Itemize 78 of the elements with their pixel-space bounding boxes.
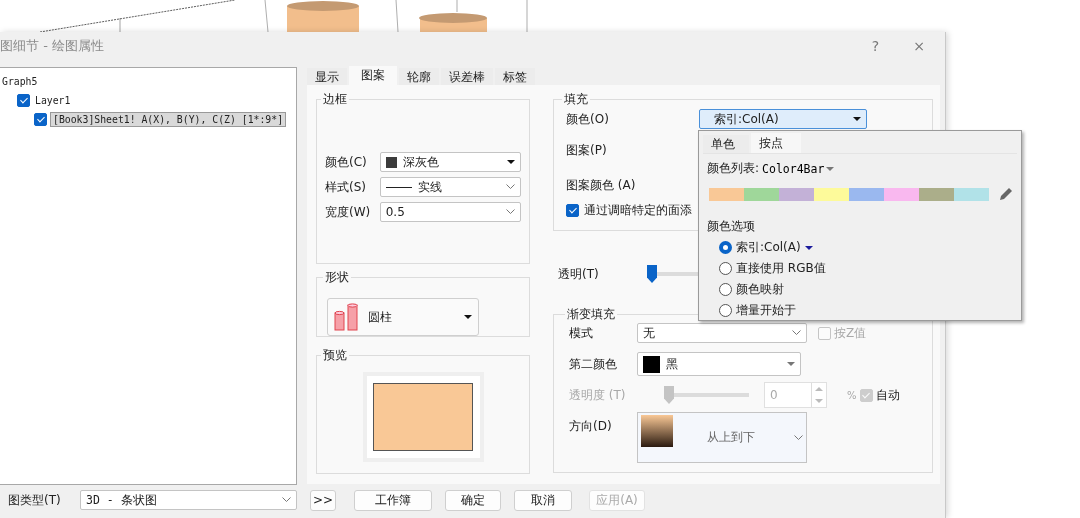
checkbox-label: 自动	[875, 386, 900, 404]
radio-label: 索引:Col(A)	[736, 239, 813, 256]
radio-button[interactable]	[719, 283, 732, 296]
radio-label: 直接使用 RGB值	[736, 260, 826, 277]
tab[interactable]: 图案	[349, 66, 397, 85]
chevron-icon	[792, 330, 801, 336]
color-swatch	[385, 156, 397, 168]
chevron-icon	[794, 434, 803, 441]
dropdown[interactable]: 黑	[637, 352, 801, 376]
field-label: 透明(T)	[558, 265, 600, 283]
caret-icon	[464, 315, 472, 319]
gradient-swatch	[641, 414, 673, 447]
dropdown[interactable]: 索引:Col(A)	[699, 109, 867, 129]
color-list-dropdown[interactable]: Color4Bar	[762, 161, 835, 176]
button[interactable]: 工作簿	[354, 489, 432, 511]
dropdown[interactable]: 实线	[379, 177, 521, 197]
radio-button[interactable]	[719, 262, 732, 275]
slider-thumb[interactable]	[647, 265, 657, 283]
dropdown[interactable]: 圆柱	[327, 298, 479, 336]
pencil-icon[interactable]	[998, 186, 1014, 202]
radio-button[interactable]	[719, 304, 732, 317]
tab[interactable]: 按点	[751, 133, 801, 153]
chevron-icon	[506, 184, 515, 190]
group-title: 边框	[322, 91, 348, 108]
radio-button[interactable]	[719, 241, 732, 254]
button[interactable]: >>	[310, 489, 336, 511]
tree-item[interactable]: [Book3]Sheet1! A(X), B(Y), C(Z) [1*:9*]	[50, 112, 287, 127]
help-button[interactable]: ?	[867, 38, 884, 54]
radio-label: 颜色映射	[736, 281, 784, 298]
field-label: 图类型(T)	[8, 491, 62, 509]
caret-icon	[826, 166, 835, 171]
tab[interactable]: 轮廓	[399, 68, 439, 85]
tab[interactable]: 显示	[307, 68, 347, 85]
chevron-icon	[506, 209, 515, 215]
tree-item[interactable]: Layer1	[33, 94, 73, 107]
field-label: 透明度 (T)	[569, 386, 627, 404]
field-label: 第二颜色	[569, 355, 618, 373]
caret-icon	[507, 160, 515, 164]
tab[interactable]: 单色	[703, 135, 749, 153]
field-label: 宽度(W)	[325, 203, 372, 221]
unit-label: %	[847, 389, 857, 401]
radio-label: 增量开始于	[736, 302, 796, 319]
field-label: 图案颜色 (A)	[566, 176, 637, 194]
dropdown[interactable]: 3D - 条状图	[80, 490, 297, 510]
cylinders-icon	[334, 303, 358, 331]
group-title: 填充	[563, 91, 589, 108]
dropdown[interactable]: 无	[637, 323, 807, 343]
dropdown[interactable]: 深灰色	[379, 152, 521, 172]
group-title: 形状	[324, 269, 350, 286]
field-label: 模式	[569, 324, 594, 342]
caret-icon	[787, 362, 795, 366]
group-title: 渐变填充	[566, 306, 616, 323]
checkbox-label: 通过调暗特定的面添	[584, 201, 692, 219]
line-sample-icon	[385, 186, 412, 188]
color-swatch	[643, 355, 660, 373]
field-label: 颜色(O)	[566, 110, 610, 128]
field-label: 颜色(C)	[325, 153, 368, 171]
checkbox[interactable]	[34, 113, 47, 126]
button[interactable]: 确定	[445, 489, 501, 511]
checkbox-label: 按Z值	[834, 324, 867, 342]
chevron-icon	[282, 497, 291, 503]
checkbox[interactable]	[566, 203, 579, 217]
tab[interactable]: 误差棒	[441, 68, 493, 85]
button[interactable]: 取消	[514, 489, 572, 511]
field-label: 图案(P)	[566, 141, 608, 159]
field-label: 颜色列表:	[707, 160, 760, 177]
field-label: 方向(D)	[569, 418, 613, 435]
tree-item[interactable]: Graph5	[0, 75, 40, 88]
section-title: 颜色选项	[706, 218, 756, 235]
window-title: 图细节 - 绘图属性	[0, 37, 104, 55]
close-button[interactable]: ×	[909, 38, 929, 54]
group-title: 预览	[322, 347, 348, 364]
field-label: 样式(S)	[325, 178, 367, 196]
dropdown[interactable]: 从上到下	[637, 412, 807, 463]
checkbox[interactable]	[17, 94, 30, 107]
dropdown[interactable]: 0.5	[379, 202, 521, 222]
caret-icon	[853, 117, 861, 121]
tab[interactable]: 标签	[495, 68, 535, 85]
